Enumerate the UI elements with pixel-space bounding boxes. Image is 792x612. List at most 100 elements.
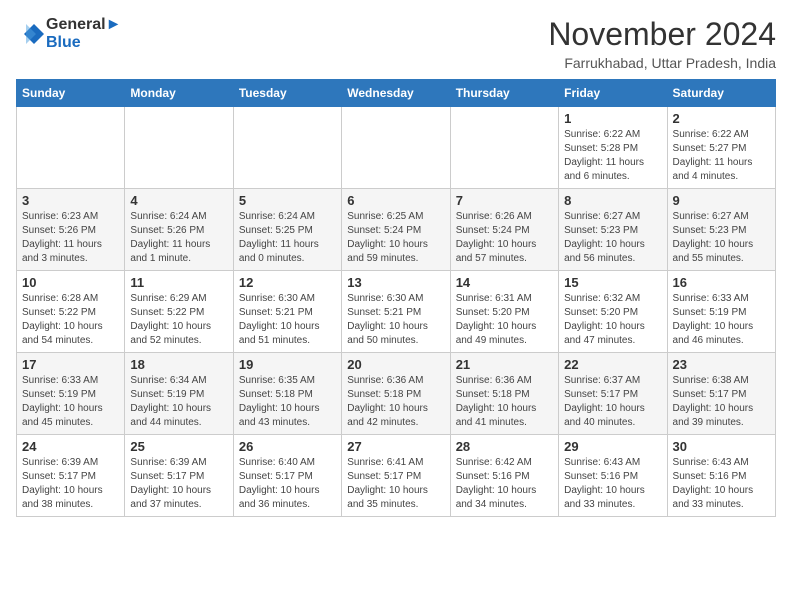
day-info: Sunrise: 6:39 AM Sunset: 5:17 PM Dayligh…: [22, 456, 119, 512]
day-info: Sunrise: 6:40 AM Sunset: 5:17 PM Dayligh…: [239, 456, 336, 512]
calendar-cell: 1 Sunrise: 6:22 AM Sunset: 5:28 PM Daylig…: [559, 107, 667, 189]
page-header: General► Blue November 2024 Farrukhabad,…: [16, 16, 776, 71]
col-header-tuesday: Tuesday: [233, 80, 341, 107]
calendar-cell: 19Sunrise: 6:35 AM Sunset: 5:18 PM Dayli…: [233, 353, 341, 435]
day-info: Sunrise: 6:30 AM Sunset: 5:21 PM Dayligh…: [347, 292, 444, 348]
col-header-sunday: Sunday: [17, 80, 125, 107]
calendar-cell: 2 Sunrise: 6:22 AM Sunset: 5:27 PM Daylig…: [667, 107, 775, 189]
day-info: Sunrise: 6:42 AM Sunset: 5:16 PM Dayligh…: [456, 456, 553, 512]
day-info: Sunrise: 6:24 AM Sunset: 5:26 PM Dayligh…: [130, 210, 227, 266]
calendar-cell: 23 Sunrise: 6:38 AM Sunset: 5:17 PM Dayli…: [667, 353, 775, 435]
day-number: 9: [673, 193, 770, 208]
day-number: 12: [239, 275, 336, 290]
day-info: Sunrise: 6:24 AM Sunset: 5:25 PM Dayligh…: [239, 210, 336, 266]
day-number: 24: [22, 439, 119, 454]
day-number: 29: [564, 439, 661, 454]
day-number: 20: [347, 357, 444, 372]
calendar-cell: 6Sunrise: 6:25 AM Sunset: 5:24 PM Daylig…: [342, 189, 450, 271]
day-number: 2: [673, 111, 770, 126]
calendar-cell: 7 Sunrise: 6:26 AM Sunset: 5:24 PM Daylig…: [450, 189, 558, 271]
day-info: Sunrise: 6:26 AM Sunset: 5:24 PM Dayligh…: [456, 210, 553, 266]
calendar-cell: [233, 107, 341, 189]
day-number: 17: [22, 357, 119, 372]
day-info: Sunrise: 6:38 AM Sunset: 5:17 PM Dayligh…: [673, 374, 770, 430]
day-number: 6: [347, 193, 444, 208]
calendar-cell: [450, 107, 558, 189]
calendar-cell: 25 Sunrise: 6:39 AM Sunset: 5:17 PM Dayli…: [125, 435, 233, 517]
day-info: Sunrise: 6:43 AM Sunset: 5:16 PM Dayligh…: [673, 456, 770, 512]
calendar-cell: 9 Sunrise: 6:27 AM Sunset: 5:23 PM Daylig…: [667, 189, 775, 271]
logo: General► Blue: [16, 16, 121, 51]
col-header-saturday: Saturday: [667, 80, 775, 107]
calendar-cell: [125, 107, 233, 189]
calendar-cell: 12 Sunrise: 6:30 AM Sunset: 5:21 PM Dayli…: [233, 271, 341, 353]
calendar-cell: 13 Sunrise: 6:30 AM Sunset: 5:21 PM Dayli…: [342, 271, 450, 353]
calendar-cell: 30Sunrise: 6:43 AM Sunset: 5:16 PM Dayli…: [667, 435, 775, 517]
calendar-cell: 5 Sunrise: 6:24 AM Sunset: 5:25 PM Daylig…: [233, 189, 341, 271]
day-info: Sunrise: 6:23 AM Sunset: 5:26 PM Dayligh…: [22, 210, 119, 266]
calendar-cell: 11 Sunrise: 6:29 AM Sunset: 5:22 PM Dayli…: [125, 271, 233, 353]
day-info: Sunrise: 6:22 AM Sunset: 5:28 PM Dayligh…: [564, 128, 661, 184]
day-info: Sunrise: 6:27 AM Sunset: 5:23 PM Dayligh…: [673, 210, 770, 266]
day-number: 14: [456, 275, 553, 290]
day-number: 7: [456, 193, 553, 208]
day-info: Sunrise: 6:33 AM Sunset: 5:19 PM Dayligh…: [22, 374, 119, 430]
day-number: 5: [239, 193, 336, 208]
day-info: Sunrise: 6:29 AM Sunset: 5:22 PM Dayligh…: [130, 292, 227, 348]
calendar-cell: 17 Sunrise: 6:33 AM Sunset: 5:19 PM Dayli…: [17, 353, 125, 435]
calendar-cell: 26 Sunrise: 6:40 AM Sunset: 5:17 PM Dayli…: [233, 435, 341, 517]
logo-icon: [16, 20, 44, 48]
day-info: Sunrise: 6:30 AM Sunset: 5:21 PM Dayligh…: [239, 292, 336, 348]
page-title: November 2024: [548, 16, 776, 53]
day-info: Sunrise: 6:41 AM Sunset: 5:17 PM Dayligh…: [347, 456, 444, 512]
day-number: 25: [130, 439, 227, 454]
day-number: 15: [564, 275, 661, 290]
day-number: 4: [130, 193, 227, 208]
calendar-week-row: 24 Sunrise: 6:39 AM Sunset: 5:17 PM Dayli…: [17, 435, 776, 517]
day-number: 1: [564, 111, 661, 126]
calendar-cell: [17, 107, 125, 189]
calendar-week-row: 17 Sunrise: 6:33 AM Sunset: 5:19 PM Dayli…: [17, 353, 776, 435]
day-info: Sunrise: 6:33 AM Sunset: 5:19 PM Dayligh…: [673, 292, 770, 348]
calendar-header-row: SundayMondayTuesdayWednesdayThursdayFrid…: [17, 80, 776, 107]
calendar-cell: [342, 107, 450, 189]
calendar-cell: 20 Sunrise: 6:36 AM Sunset: 5:18 PM Dayli…: [342, 353, 450, 435]
day-info: Sunrise: 6:32 AM Sunset: 5:20 PM Dayligh…: [564, 292, 661, 348]
day-number: 11: [130, 275, 227, 290]
day-number: 21: [456, 357, 553, 372]
calendar-cell: 8 Sunrise: 6:27 AM Sunset: 5:23 PM Daylig…: [559, 189, 667, 271]
logo-line2: Blue: [46, 34, 121, 52]
day-info: Sunrise: 6:37 AM Sunset: 5:17 PM Dayligh…: [564, 374, 661, 430]
day-info: Sunrise: 6:39 AM Sunset: 5:17 PM Dayligh…: [130, 456, 227, 512]
day-number: 18: [130, 357, 227, 372]
day-number: 8: [564, 193, 661, 208]
day-number: 23: [673, 357, 770, 372]
day-info: Sunrise: 6:36 AM Sunset: 5:18 PM Dayligh…: [456, 374, 553, 430]
day-number: 13: [347, 275, 444, 290]
calendar-cell: 22 Sunrise: 6:37 AM Sunset: 5:17 PM Dayli…: [559, 353, 667, 435]
day-info: Sunrise: 6:22 AM Sunset: 5:27 PM Dayligh…: [673, 128, 770, 184]
day-info: Sunrise: 6:27 AM Sunset: 5:23 PM Dayligh…: [564, 210, 661, 266]
day-number: 10: [22, 275, 119, 290]
day-number: 3: [22, 193, 119, 208]
calendar-week-row: 3 Sunrise: 6:23 AM Sunset: 5:26 PM Daylig…: [17, 189, 776, 271]
logo-line1: General►: [46, 16, 121, 34]
day-info: Sunrise: 6:28 AM Sunset: 5:22 PM Dayligh…: [22, 292, 119, 348]
day-info: Sunrise: 6:31 AM Sunset: 5:20 PM Dayligh…: [456, 292, 553, 348]
calendar-cell: 15 Sunrise: 6:32 AM Sunset: 5:20 PM Dayli…: [559, 271, 667, 353]
day-number: 27: [347, 439, 444, 454]
calendar-cell: 4 Sunrise: 6:24 AM Sunset: 5:26 PM Daylig…: [125, 189, 233, 271]
day-number: 26: [239, 439, 336, 454]
day-number: 28: [456, 439, 553, 454]
title-block: November 2024 Farrukhabad, Uttar Pradesh…: [548, 16, 776, 71]
calendar-table: SundayMondayTuesdayWednesdayThursdayFrid…: [16, 79, 776, 517]
day-number: 22: [564, 357, 661, 372]
col-header-thursday: Thursday: [450, 80, 558, 107]
calendar-cell: 14 Sunrise: 6:31 AM Sunset: 5:20 PM Dayli…: [450, 271, 558, 353]
day-number: 19: [239, 357, 336, 372]
page-subtitle: Farrukhabad, Uttar Pradesh, India: [548, 55, 776, 71]
calendar-week-row: 10 Sunrise: 6:28 AM Sunset: 5:22 PM Dayli…: [17, 271, 776, 353]
col-header-monday: Monday: [125, 80, 233, 107]
day-info: Sunrise: 6:36 AM Sunset: 5:18 PM Dayligh…: [347, 374, 444, 430]
day-info: Sunrise: 6:43 AM Sunset: 5:16 PM Dayligh…: [564, 456, 661, 512]
